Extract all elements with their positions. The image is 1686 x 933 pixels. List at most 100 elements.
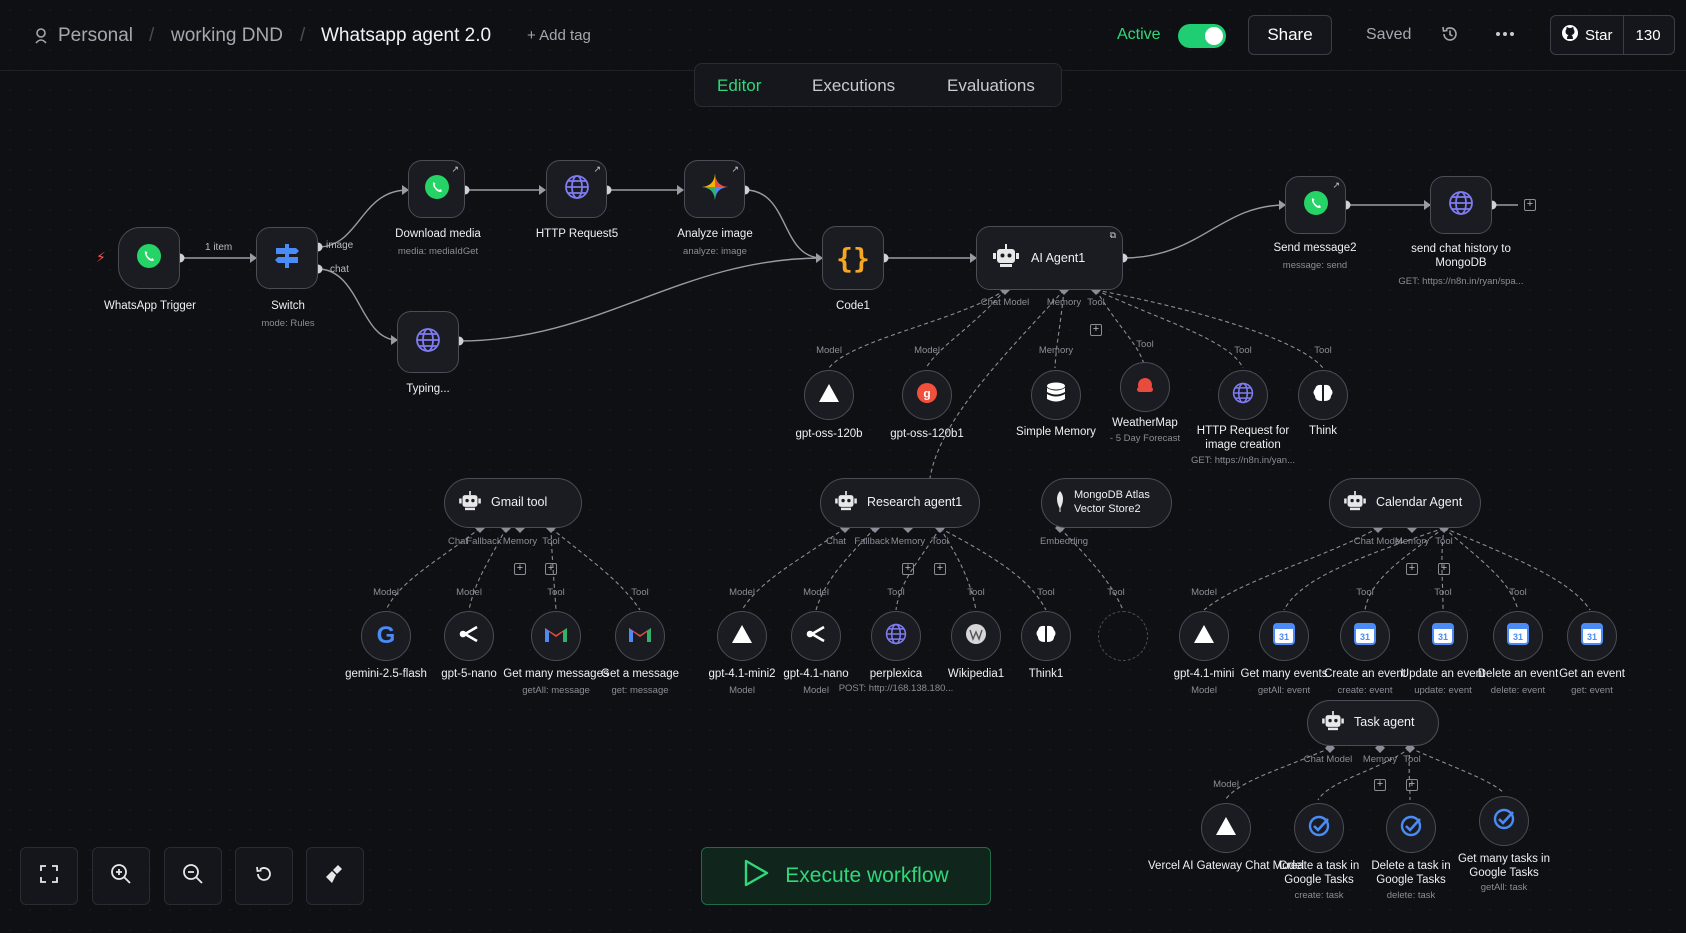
node-label: HTTP Request for image creation <box>1196 425 1290 451</box>
node-gpt-41-mini[interactable] <box>1179 611 1229 661</box>
empty-tool-slot[interactable] <box>1098 611 1148 661</box>
zoom-out-button[interactable] <box>164 847 222 905</box>
node-http-request5[interactable]: ↗ <box>546 160 607 218</box>
globe-icon <box>884 622 908 651</box>
node-label: Analyze image <box>677 228 753 240</box>
port-label: Tool <box>931 536 949 547</box>
node-vercel-gateway[interactable] <box>1201 803 1251 853</box>
reset-zoom-button[interactable] <box>235 847 293 905</box>
node-gemini-flash[interactable]: G <box>361 611 411 661</box>
triangle-icon <box>818 383 840 408</box>
node-label: Send message2 <box>1273 242 1357 254</box>
node-label: gemini-2.5-flash <box>345 668 427 680</box>
node-subtitle: mode: Rules <box>261 318 315 329</box>
node-get-many-tasks[interactable] <box>1479 796 1529 846</box>
globe-icon <box>563 173 591 206</box>
node-create-task[interactable] <box>1294 803 1344 853</box>
port-label: Memory <box>890 536 926 547</box>
node-create-event[interactable]: 31 <box>1340 611 1390 661</box>
node-code1[interactable]: {} <box>822 226 884 290</box>
add-node-button[interactable]: + <box>1524 199 1536 211</box>
node-label: Get an event <box>1559 668 1625 680</box>
node-download-media[interactable]: ↗ <box>408 160 465 218</box>
node-label: Task agent <box>1354 715 1415 730</box>
node-gmail-tool[interactable]: Gmail tool <box>444 478 582 528</box>
execute-workflow-button[interactable]: Execute workflow <box>701 847 991 905</box>
node-perplexica[interactable] <box>871 611 921 661</box>
google-calendar-icon: 31 <box>1581 622 1603 650</box>
node-label: Code1 <box>836 300 870 312</box>
node-mongodb-vector-store2[interactable]: MongoDB Atlas Vector Store2 <box>1041 478 1172 528</box>
node-send-chat-history[interactable] <box>1430 176 1492 234</box>
node-think[interactable] <box>1298 370 1348 420</box>
node-get-many-events[interactable]: 31 <box>1259 611 1309 661</box>
add-tool-button[interactable]: + <box>545 563 557 575</box>
fit-view-button[interactable] <box>20 847 78 905</box>
add-memory-button[interactable]: + <box>902 563 914 575</box>
node-gpt-oss-120b[interactable] <box>804 370 854 420</box>
node-subtitle: create: task <box>1294 890 1344 901</box>
robot-icon <box>1344 490 1366 516</box>
node-delete-task[interactable] <box>1386 803 1436 853</box>
robot-icon <box>459 490 481 516</box>
node-subtitle: Model <box>803 685 829 696</box>
node-gpt-41-mini2[interactable] <box>717 611 767 661</box>
gmail-icon <box>628 625 652 648</box>
node-gpt-oss-120b1[interactable]: g <box>902 370 952 420</box>
node-label: WhatsApp Trigger <box>103 300 197 312</box>
robot-icon <box>835 490 857 516</box>
node-label: Typing... <box>406 383 450 395</box>
node-typing[interactable] <box>397 311 459 373</box>
node-label: Create an event <box>1324 668 1406 680</box>
port-label: Fallback <box>854 536 890 547</box>
node-update-event[interactable]: 31 <box>1418 611 1468 661</box>
port-label: Memory <box>1038 345 1074 356</box>
tidy-up-button[interactable] <box>306 847 364 905</box>
add-tool-button[interactable]: + <box>1438 563 1450 575</box>
node-label: Research agent1 <box>867 495 963 510</box>
add-tool-button[interactable]: + <box>1090 324 1102 336</box>
node-http-image-creation[interactable] <box>1218 370 1268 420</box>
node-gpt-5-nano[interactable] <box>444 611 494 661</box>
google-tasks-icon <box>1399 814 1423 843</box>
node-calendar-agent[interactable]: Calendar Agent <box>1329 478 1481 528</box>
node-research-agent1[interactable]: Research agent1 <box>820 478 980 528</box>
zoom-in-icon <box>110 863 132 890</box>
node-get-a-message[interactable] <box>615 611 665 661</box>
add-tool-button[interactable]: + <box>1406 779 1418 791</box>
switch-output-chat: chat <box>330 264 349 275</box>
node-gpt-41-nano[interactable] <box>791 611 841 661</box>
zoom-in-button[interactable] <box>92 847 150 905</box>
node-weathermap[interactable] <box>1120 362 1170 412</box>
add-tool-button[interactable]: + <box>934 563 946 575</box>
node-task-agent[interactable]: Task agent <box>1307 700 1439 746</box>
port-label: Embedding <box>1039 536 1089 547</box>
node-switch[interactable] <box>256 227 318 289</box>
node-subtitle: getAll: task <box>1480 882 1528 893</box>
zoom-out-icon <box>182 863 204 890</box>
node-get-an-event[interactable]: 31 <box>1567 611 1617 661</box>
node-simple-memory[interactable] <box>1031 370 1081 420</box>
port-label: Model <box>729 587 755 598</box>
port-label: Memory <box>1046 297 1082 308</box>
node-send-message2[interactable]: ↗ <box>1285 176 1346 234</box>
google-tasks-icon <box>1492 807 1516 836</box>
node-label: gpt-oss-120b <box>795 428 863 440</box>
node-get-many-messages[interactable] <box>531 611 581 661</box>
add-memory-button[interactable]: + <box>1406 563 1418 575</box>
node-label: Get many tasks in Google Tasks <box>1457 853 1551 879</box>
port-label: Tool <box>542 536 560 547</box>
node-wikipedia1[interactable] <box>951 611 1001 661</box>
google-icon: G <box>376 622 396 649</box>
add-memory-button[interactable]: + <box>514 563 526 575</box>
node-ai-agent1[interactable]: AI Agent1 ⧉ <box>976 226 1123 290</box>
port-label: Model <box>1213 779 1239 790</box>
google-calendar-icon: 31 <box>1507 622 1529 650</box>
node-label: Download media <box>395 228 481 240</box>
node-delete-event[interactable]: 31 <box>1493 611 1543 661</box>
node-think1[interactable] <box>1021 611 1071 661</box>
node-whatsapp-trigger[interactable] <box>118 227 180 289</box>
node-analyze-image[interactable]: ↗ <box>684 160 745 218</box>
add-memory-button[interactable]: + <box>1374 779 1386 791</box>
external-link-icon: ↗ <box>451 164 459 174</box>
